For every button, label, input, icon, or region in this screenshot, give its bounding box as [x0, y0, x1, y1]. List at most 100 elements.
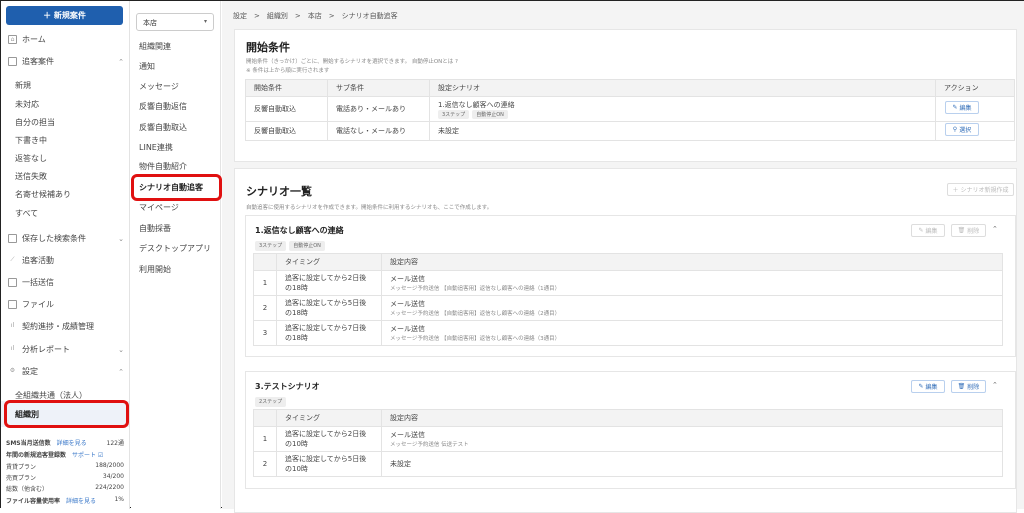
- nav-contracts[interactable]: ıl 契約進捗・成績管理: [8, 321, 124, 332]
- btn-label: 削除: [967, 384, 980, 391]
- scenario-title: 3.テストシナリオ: [255, 382, 320, 391]
- usage-stat: ファイル容量使用率 詳細を見る 1%: [6, 496, 124, 505]
- collapse-chevron-icon[interactable]: ⌃: [992, 381, 998, 389]
- nav-files[interactable]: ファイル: [8, 299, 124, 310]
- cell: 反響自動取込: [245, 121, 328, 141]
- col-header: サブ条件: [327, 79, 430, 97]
- col-header: 設定内容: [381, 409, 1003, 427]
- org-menu-item[interactable]: マイページ: [139, 202, 179, 213]
- nav-tracking-item[interactable]: 自分の担当: [15, 117, 55, 128]
- select-button[interactable]: ⚲ 選択: [945, 123, 979, 136]
- breadcrumb: 設定 > 組織別 > 本店 > シナリオ自動追客: [233, 12, 398, 20]
- start-desc: 開始条件（きっかけ）ごとに、開始するシナリオを選択できます。 自動停止ONとは …: [246, 59, 458, 65]
- step-detail: メッセージ予約送信 【自動追客用】返信なし顧客への連絡（1通目）: [390, 286, 561, 292]
- step-number: 3: [253, 320, 277, 346]
- nav-reports[interactable]: ıl 分析レポート ⌄: [8, 344, 124, 355]
- cell: 電話なし・メールあり: [327, 121, 430, 141]
- bar-chart-icon: ıl: [10, 322, 15, 329]
- step-timing: 追客に設定してから5日後の18時: [276, 295, 382, 321]
- new-case-button[interactable]: ＋ 新規案件: [6, 6, 123, 25]
- pencil-icon: ✎: [918, 383, 924, 390]
- org-menu-item[interactable]: デスクトップアプリ: [139, 243, 211, 254]
- nav-label: 保存した検索条件: [22, 234, 86, 243]
- org-menu-item[interactable]: シナリオ自動追客: [139, 182, 203, 193]
- btn-label: 編集: [925, 228, 938, 235]
- stat-link[interactable]: 詳細を見る: [57, 438, 87, 447]
- step-timing: 追客に設定してから7日後の18時: [276, 320, 382, 346]
- step-number: 1: [253, 270, 277, 296]
- table-row: 反響自動取込 電話なし・メールあり 未設定: [245, 121, 1015, 141]
- nav-label: 契約進捗・成績管理: [22, 322, 94, 331]
- edit-scenario-button[interactable]: ✎ 編集: [911, 224, 945, 237]
- nav-tracking-item[interactable]: すべて: [15, 208, 38, 219]
- edit-scenario-button[interactable]: ✎ 編集: [911, 380, 945, 393]
- stat-value: 122通: [106, 440, 124, 447]
- nav-tracking-item[interactable]: 送信失敗: [15, 171, 47, 182]
- nav-saved-search[interactable]: 保存した検索条件 ⌄: [8, 233, 124, 244]
- org-menu-item[interactable]: LINE連携: [139, 142, 173, 153]
- nav-activity[interactable]: ⟋ 追客活動: [8, 255, 124, 266]
- nav-home[interactable]: ⌂ ホーム: [8, 34, 124, 45]
- stat-link[interactable]: 詳細を見る: [66, 496, 96, 505]
- activity-icon: ⟋: [10, 256, 15, 263]
- list-desc: 自動追客に使用するシナリオを作成できます。開始条件に利用するシナリオも、ここで作…: [246, 205, 493, 211]
- store-select[interactable]: 本店 ▾: [136, 13, 214, 31]
- col-header: 設定内容: [381, 253, 1003, 271]
- chevron-down-icon: ⌄: [118, 345, 124, 354]
- trash-icon: 🗑: [957, 383, 966, 390]
- nav-tracking-item[interactable]: 新規: [15, 80, 31, 91]
- scenario-name: 1.返信なし顧客への連絡: [438, 100, 515, 109]
- collapse-chevron-icon[interactable]: ⌃: [992, 225, 998, 233]
- new-scenario-button[interactable]: ＋ シナリオ新規作成: [947, 183, 1014, 196]
- trash-icon: 🗑: [957, 227, 966, 234]
- org-menu-item[interactable]: 物件自動紹介: [139, 161, 187, 172]
- step-content: メール送信 メッセージ予約送信 【自動追客用】返信なし顧客への連絡（1通目）: [381, 270, 1003, 296]
- scenario-tags: 3ステップ 自動停止ON: [255, 241, 328, 251]
- edit-button[interactable]: ✎ 編集: [945, 101, 979, 114]
- org-menu-item[interactable]: 反響自動取込: [139, 122, 187, 133]
- nav-bulk-send[interactable]: 一括送信: [8, 277, 124, 288]
- nav-tracking[interactable]: 追客案件 ⌃: [8, 56, 124, 67]
- org-menu-item[interactable]: 組織関連: [139, 41, 171, 52]
- nav-label: 追客活動: [22, 256, 54, 265]
- btn-label: 削除: [967, 228, 980, 235]
- delete-scenario-button[interactable]: 🗑 削除: [951, 380, 986, 393]
- delete-scenario-button[interactable]: 🗑 削除: [951, 224, 986, 237]
- steps-table: タイミング 設定内容 1 追客に設定してから2日後の10時 メール送信 メッセージ予約送信…: [253, 409, 1003, 477]
- usage-stat: 賃貸プラン 188/2000: [6, 462, 124, 471]
- gear-icon: ⚙: [9, 367, 16, 374]
- list-title: シナリオ一覧: [246, 185, 312, 198]
- cell: 1.返信なし顧客への連絡 3ステップ 自動停止ON: [429, 96, 936, 122]
- stat-label: ファイル容量使用率: [6, 498, 61, 505]
- nav-label: 設定: [22, 367, 38, 376]
- org-menu-item[interactable]: 自動採番: [139, 223, 171, 234]
- org-menu-item[interactable]: 反響自動返信: [139, 101, 187, 112]
- nav-tracking-item[interactable]: 名寄せ候補あり: [15, 189, 71, 200]
- nav-tracking-item[interactable]: 返答なし: [15, 153, 47, 164]
- stat-link[interactable]: サポート ☑: [72, 450, 103, 459]
- step-content: メール送信 メッセージ予約送信 【自動追客用】返信なし顧客への連絡（3通目）: [381, 320, 1003, 346]
- step-number: 2: [253, 451, 277, 477]
- nav-tracking-item[interactable]: 未対応: [15, 99, 39, 110]
- step-detail: メッセージ予約送信 【自動追客用】返信なし顧客への連絡（3通目）: [390, 336, 561, 342]
- org-menu-item[interactable]: 利用開始: [139, 264, 171, 275]
- tag: 自動停止ON: [472, 109, 508, 119]
- bar-chart-icon: ıl: [10, 345, 15, 352]
- org-menu-item[interactable]: メッセージ: [139, 81, 179, 92]
- org-settings-menu: [131, 1, 221, 509]
- step-content: メール送信 メッセージ予約送信 【自動追客用】返信なし顧客への連絡（2通目）: [381, 295, 1003, 321]
- table-row: 反響自動取込 電話あり・メールあり 1.返信なし顧客への連絡 3ステップ 自動停止ON: [245, 96, 1015, 122]
- step-action: メール送信: [390, 300, 425, 308]
- nav-tracking-item[interactable]: 下書き中: [15, 135, 47, 146]
- step-action: メール送信: [390, 431, 425, 439]
- file-icon: [8, 300, 17, 309]
- btn-label: 選択: [959, 127, 972, 134]
- pencil-icon: ✎: [952, 104, 958, 111]
- start-note: ※ 条件は上から順に実行されます: [246, 68, 330, 74]
- btn-label: 編集: [959, 105, 972, 112]
- col-header: アクション: [935, 79, 1015, 97]
- nav-settings[interactable]: ⚙ 設定 ⌃: [8, 366, 124, 377]
- col-header: 設定シナリオ: [429, 79, 936, 97]
- org-menu-item[interactable]: 通知: [139, 61, 155, 72]
- col-header: 開始条件: [245, 79, 328, 97]
